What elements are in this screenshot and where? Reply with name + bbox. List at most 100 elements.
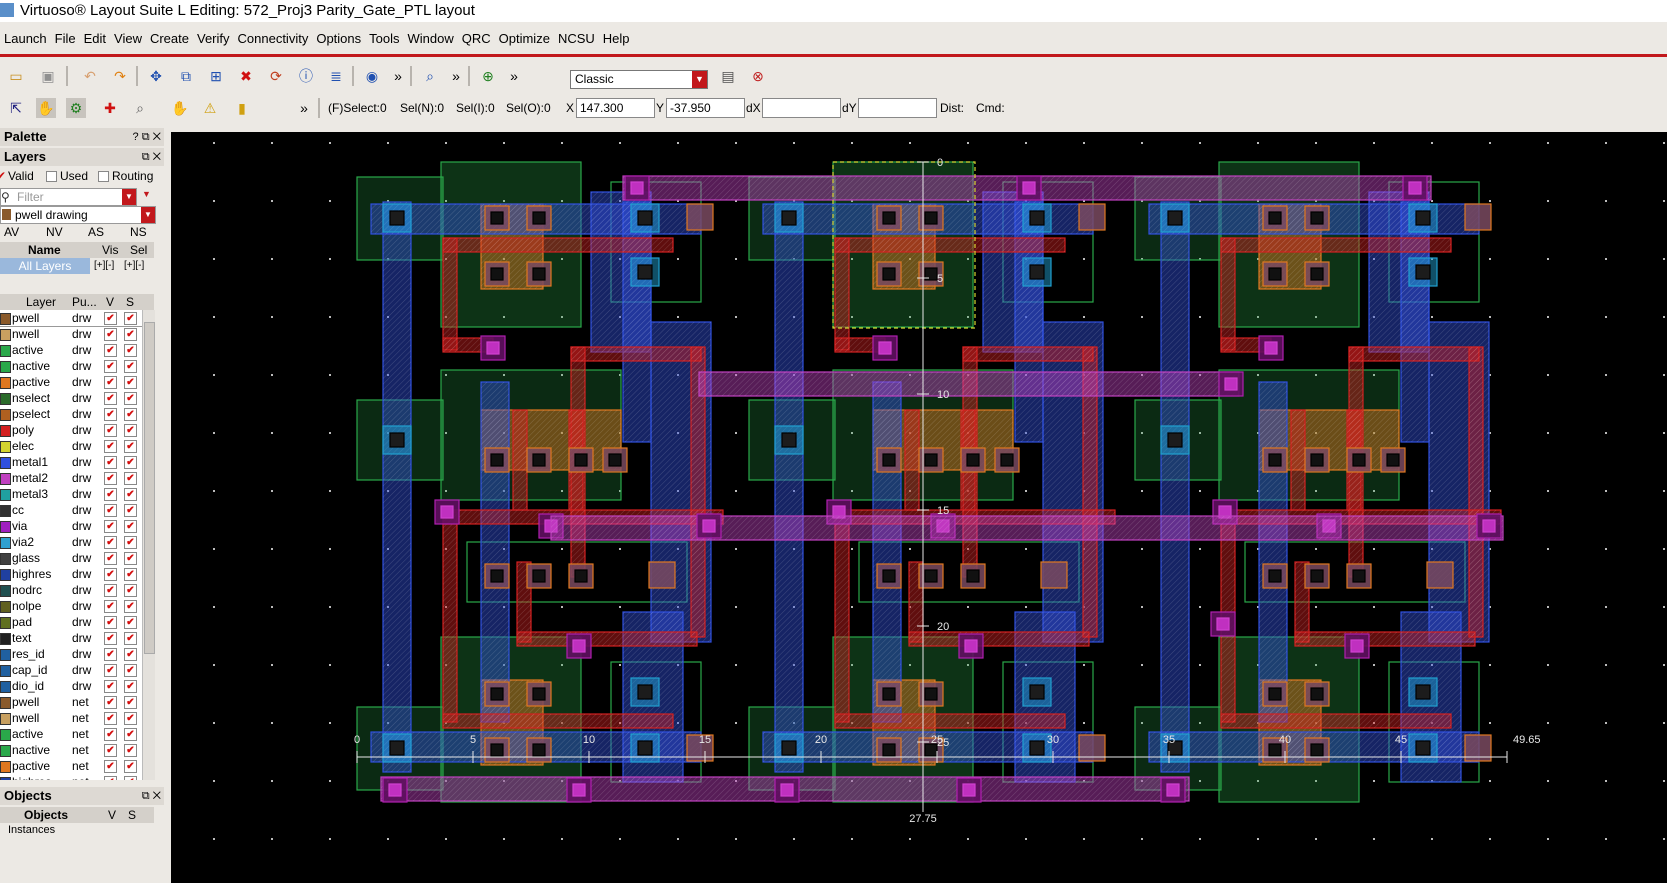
layer-visible-checkbox[interactable]: ✔ (104, 680, 117, 693)
layer-row[interactable]: nwell drw ✔ ✔ (0, 326, 150, 342)
layer-selectable-checkbox[interactable]: ✔ (124, 664, 137, 677)
layer-selectable-checkbox[interactable]: ✔ (124, 584, 137, 597)
tab-ns[interactable]: NS (130, 224, 147, 240)
layer-visible-checkbox[interactable]: ✔ (104, 568, 117, 581)
toolbar-more-3[interactable]: » (504, 66, 524, 86)
layer-selectable-checkbox[interactable]: ✔ (124, 712, 137, 725)
layer-row[interactable]: text drw ✔ ✔ (0, 630, 150, 646)
layer-row[interactable]: nodrc drw ✔ ✔ (0, 582, 150, 598)
undo-icon[interactable]: ↶ (80, 66, 100, 86)
tab-nv[interactable]: NV (46, 224, 63, 240)
layer-row[interactable]: nactive net ✔ ✔ (0, 742, 150, 758)
layer-selectable-checkbox[interactable]: ✔ (124, 728, 137, 741)
stop-hand-icon[interactable]: ✋ (170, 98, 190, 118)
layer-selectable-checkbox[interactable]: ✔ (124, 552, 137, 565)
open-icon[interactable]: ▭ (6, 66, 26, 86)
inspect-icon[interactable]: ⌕ (130, 98, 150, 118)
layer-visible-checkbox[interactable]: ✔ (104, 536, 117, 549)
menu-qrc[interactable]: QRC (458, 28, 495, 50)
layer-selectable-checkbox[interactable]: ✔ (124, 360, 137, 373)
y-coord-field[interactable]: -37.950 (666, 98, 745, 118)
layer-selectable-checkbox[interactable]: ✔ (124, 392, 137, 405)
layer-row[interactable]: poly drw ✔ ✔ (0, 422, 150, 438)
layer-selectable-checkbox[interactable]: ✔ (124, 408, 137, 421)
layer-selectable-checkbox[interactable]: ✔ (124, 424, 137, 437)
layer-row[interactable]: metal2 drw ✔ ✔ (0, 470, 150, 486)
layer-visible-checkbox[interactable]: ✔ (104, 552, 117, 565)
layer-visible-checkbox[interactable]: ✔ (104, 664, 117, 677)
layer-row[interactable]: highres drw ✔ ✔ (0, 566, 150, 582)
tab-av[interactable]: AV (4, 224, 19, 240)
all-layers-sel-buttons[interactable]: [+][-] (124, 258, 144, 274)
layer-row[interactable]: pad drw ✔ ✔ (0, 614, 150, 630)
palette-window-buttons[interactable]: ? ⧉ ✕ (133, 128, 161, 146)
layer-visible-checkbox[interactable]: ✔ (104, 504, 117, 517)
layer-visible-checkbox[interactable]: ✔ (104, 344, 117, 357)
create-instance-icon[interactable]: ⊕ (478, 66, 498, 86)
layer-visible-checkbox[interactable]: ✔ (104, 488, 117, 501)
dy-field[interactable] (858, 98, 937, 118)
layer-row[interactable]: active net ✔ ✔ (0, 726, 150, 742)
layer-selectable-checkbox[interactable]: ✔ (124, 616, 137, 629)
layer-visible-checkbox[interactable]: ✔ (104, 696, 117, 709)
layer-row[interactable]: pwell net ✔ ✔ (0, 694, 150, 710)
layout-canvas[interactable]: 0 5 10 15 20 25 30 35 40 45 49.65 0 5 10 15 20 25 27.75 (171, 132, 1667, 883)
layer-visible-checkbox[interactable]: ✔ (104, 712, 117, 725)
layer-visible-checkbox[interactable]: ✔ (104, 456, 117, 469)
layer-selectable-checkbox[interactable]: ✔ (124, 648, 137, 661)
layer-selectable-checkbox[interactable]: ✔ (124, 600, 137, 613)
layer-visible-checkbox[interactable]: ✔ (104, 648, 117, 661)
layer-row[interactable]: dio_id drw ✔ ✔ (0, 678, 150, 694)
layer-row[interactable]: metal3 drw ✔ ✔ (0, 486, 150, 502)
layer-selectable-checkbox[interactable]: ✔ (124, 440, 137, 453)
layer-visible-checkbox[interactable]: ✔ (104, 600, 117, 613)
layer-visible-checkbox[interactable]: ✔ (104, 392, 117, 405)
layer-row[interactable]: nselect drw ✔ ✔ (0, 390, 150, 406)
routing-checkbox[interactable] (98, 171, 109, 182)
toolbar-more-2[interactable]: » (446, 66, 466, 86)
layer-row[interactable]: via2 drw ✔ ✔ (0, 534, 150, 550)
layer-row[interactable]: active drw ✔ ✔ (0, 342, 150, 358)
layer-visible-checkbox[interactable]: ✔ (104, 584, 117, 597)
copy-icon[interactable]: ⧉ (176, 66, 196, 86)
layer-selectable-checkbox[interactable]: ✔ (124, 520, 137, 533)
layer-visible-checkbox[interactable]: ✔ (104, 520, 117, 533)
layer-selectable-checkbox[interactable]: ✔ (124, 568, 137, 581)
dx-field[interactable] (762, 98, 841, 118)
objects-row-instances[interactable]: Instances (0, 823, 154, 837)
menu-connectivity[interactable]: Connectivity (234, 28, 313, 50)
menu-tools[interactable]: Tools (365, 28, 403, 50)
stretch-icon[interactable]: ⊞ (206, 66, 226, 86)
objects-window-buttons[interactable]: ⧉ ✕ (142, 787, 161, 805)
hierarchy-icon[interactable]: ◉ (362, 66, 382, 86)
layer-selectable-checkbox[interactable]: ✔ (124, 456, 137, 469)
layer-row[interactable]: cc drw ✔ ✔ (0, 502, 150, 518)
layer-selectable-checkbox[interactable]: ✔ (124, 312, 137, 325)
valid-checkbox[interactable]: ✔ (0, 168, 6, 184)
layer-selectable-checkbox[interactable]: ✔ (124, 376, 137, 389)
menu-view[interactable]: View (110, 28, 146, 50)
layer-row[interactable]: pwell drw ✔ ✔ (0, 310, 151, 327)
layer-selectable-checkbox[interactable]: ✔ (124, 760, 137, 773)
layer-visible-checkbox[interactable]: ✔ (104, 776, 117, 780)
tab-as[interactable]: AS (88, 224, 104, 240)
menu-ncsu[interactable]: NCSU (554, 28, 599, 50)
menu-edit[interactable]: Edit (80, 28, 110, 50)
layer-selectable-checkbox[interactable]: ✔ (124, 680, 137, 693)
used-checkbox[interactable] (46, 171, 57, 182)
workspace-select[interactable]: Classic ▼ (570, 70, 708, 89)
crosshair-icon[interactable]: ✚ (100, 98, 120, 118)
layer-selectable-checkbox[interactable]: ✔ (124, 632, 137, 645)
delete-workspace-icon[interactable]: ⊗ (748, 66, 768, 86)
all-layers-row[interactable]: All Layers [+][-] [+][-] (0, 258, 154, 274)
layer-selectable-checkbox[interactable]: ✔ (124, 504, 137, 517)
layer-selectable-checkbox[interactable]: ✔ (124, 488, 137, 501)
toolbar-more-4[interactable]: » (294, 98, 314, 118)
properties-icon[interactable]: ⓘ (296, 66, 316, 86)
menu-options[interactable]: Options (312, 28, 365, 50)
layer-visible-checkbox[interactable]: ✔ (104, 616, 117, 629)
menu-window[interactable]: Window (404, 28, 458, 50)
filter-input[interactable]: ⚲ Filter ▼ (0, 188, 137, 206)
marker-icon[interactable]: ▮ (232, 98, 252, 118)
layer-row[interactable]: via drw ✔ ✔ (0, 518, 150, 534)
